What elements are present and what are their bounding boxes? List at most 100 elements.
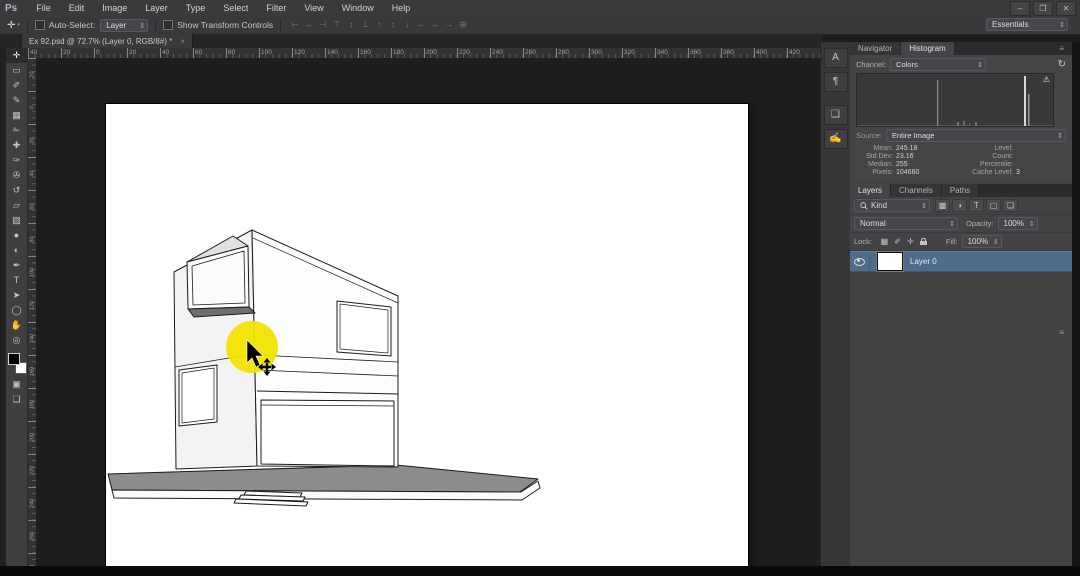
ruler-label: 160 [358, 48, 391, 56]
tab-channels[interactable]: Channels [891, 184, 942, 197]
type-tool[interactable]: T [6, 273, 28, 288]
auto-select-target-dropdown[interactable]: Layer [100, 19, 148, 32]
eyedropper-tool[interactable]: ✁ [6, 123, 28, 138]
source-dropdown[interactable]: Entire Image [886, 129, 1066, 142]
healing-brush-tool[interactable]: ✚ [6, 138, 28, 153]
screen-mode-button[interactable]: ❏ [6, 392, 28, 407]
close-button[interactable]: ✕ [1056, 1, 1076, 16]
menu-image[interactable]: Image [93, 0, 136, 16]
ruler-label: 340 [655, 48, 688, 56]
crop-tool[interactable]: ▦ [6, 108, 28, 123]
lasso-tool[interactable]: ✐ [6, 78, 28, 93]
blur-tool[interactable]: ● [6, 228, 28, 243]
auto-select-label: Auto-Select: [49, 20, 95, 30]
tool-preset-caret-icon[interactable]: ▾ [17, 22, 20, 28]
foreground-color-swatch[interactable] [8, 353, 20, 365]
character-styles-panel-icon[interactable]: ❏ [824, 105, 848, 125]
tab-paths[interactable]: Paths [942, 184, 979, 197]
align-horizontal-centers-icon[interactable]: ↔ [302, 17, 316, 33]
ruler-label: 40 [28, 48, 61, 56]
ruler-label: 140 [325, 48, 358, 56]
panel-menu-icon[interactable]: ≡ [1059, 326, 1064, 339]
menu-file[interactable]: File [27, 0, 60, 16]
cached-data-warning-icon[interactable]: ⚠ [1043, 75, 1050, 84]
paragraph-panel-icon[interactable]: ¶ [824, 72, 848, 92]
layer-visibility-toggle[interactable] [850, 252, 870, 271]
opacity-dropdown[interactable]: 100% [998, 217, 1038, 230]
menu-filter[interactable]: Filter [257, 0, 295, 16]
source-label: Source: [856, 131, 882, 140]
ruler-label: 320 [622, 48, 655, 56]
history-brush-tool[interactable]: ↺ [6, 183, 28, 198]
distribute-bottom-edges-icon[interactable]: ↓ [400, 17, 414, 33]
fill-dropdown[interactable]: 100% [962, 235, 1002, 248]
align-vertical-centers-icon[interactable]: ↕ [344, 17, 358, 33]
show-transform-checkbox[interactable] [163, 20, 173, 30]
tab-layers[interactable]: Layers [850, 184, 891, 197]
quick-mask-button[interactable]: ▣ [6, 377, 28, 392]
filter-adjustment-layers-icon[interactable]: ◑ [952, 199, 967, 212]
toolbar-extra-buttons: ▣❏ [6, 377, 28, 407]
align-right-edges-icon[interactable]: ⊣ [316, 17, 330, 33]
paragraph-styles-panel-icon[interactable]: ✍ [824, 129, 848, 149]
eraser-tool[interactable]: ▱ [6, 198, 28, 213]
quick-selection-tool[interactable]: ✎ [6, 93, 28, 108]
workspace-switcher[interactable]: Essentials [986, 18, 1068, 31]
distribute-left-edges-icon[interactable]: ← [414, 17, 428, 33]
tab-close-icon[interactable]: × [180, 37, 185, 46]
align-bottom-edges-icon[interactable]: ⊥ [358, 17, 372, 33]
filter-pixel-layers-icon[interactable]: ▩ [935, 199, 950, 212]
menu-select[interactable]: Select [214, 0, 257, 16]
menu-view[interactable]: View [295, 0, 332, 16]
menu-edit[interactable]: Edit [60, 0, 94, 16]
distribute-vertical-centers-icon[interactable]: ↕ [386, 17, 400, 33]
align-top-edges-icon[interactable]: ⊤ [330, 17, 344, 33]
filter-shape-layers-icon[interactable]: ▢ [986, 199, 1001, 212]
tab-navigator[interactable]: Navigator [850, 42, 901, 55]
distribute-top-edges-icon[interactable]: ↑ [372, 17, 386, 33]
channel-dropdown[interactable]: Colors [890, 58, 986, 71]
filter-smart-objects-icon[interactable]: ❏ [1003, 199, 1018, 212]
percentile-label: Percentile: [954, 161, 1016, 169]
lock-position-icon[interactable]: ✛ [904, 236, 917, 248]
restore-button[interactable]: ❐ [1033, 1, 1053, 16]
histogram-panel-tabs: NavigatorHistogram [850, 42, 1072, 55]
menu-type[interactable]: Type [177, 0, 215, 16]
minimize-button[interactable]: – [1010, 1, 1030, 16]
brush-tool[interactable]: ✑ [6, 153, 28, 168]
document-canvas[interactable] [106, 104, 748, 566]
zoom-tool[interactable]: ◎ [6, 333, 28, 348]
blend-mode-dropdown[interactable]: Normal [854, 217, 958, 230]
rectangular-marquee-tool[interactable]: ▭ [6, 63, 28, 78]
document-tab[interactable]: Ex 92.psd @ 72.7% (Layer 0, RGB/8#) * × [22, 34, 193, 48]
refresh-histogram-icon[interactable]: ↻ [1058, 59, 1066, 71]
layer-row[interactable]: Layer 0 [850, 251, 1072, 272]
filter-type-layers-icon[interactable]: T [969, 199, 984, 212]
shape-tool[interactable]: ◯ [6, 303, 28, 318]
color-swatches[interactable] [6, 350, 28, 377]
panel-menu-icon[interactable]: ≡ [1059, 42, 1064, 55]
layer-thumbnail[interactable] [877, 252, 903, 271]
dodge-tool[interactable]: ◐ [6, 243, 28, 258]
layer-filter-dropdown[interactable]: Kind [854, 199, 930, 212]
pen-tool[interactable]: ✒ [6, 258, 28, 273]
hand-tool[interactable]: ✋ [6, 318, 28, 333]
tab-histogram[interactable]: Histogram [901, 42, 954, 55]
auto-align-layers-icon[interactable]: ⊞ [456, 17, 470, 33]
align-left-edges-icon[interactable]: ⊢ [288, 17, 302, 33]
character-panel-icon[interactable]: A [824, 48, 848, 68]
layer-filter-label: Kind [871, 200, 887, 212]
lock-all-icon[interactable] [917, 236, 930, 248]
lock-transparent-pixels-icon[interactable]: ▦ [878, 236, 891, 248]
menu-layer[interactable]: Layer [136, 0, 177, 16]
menu-help[interactable]: Help [383, 0, 420, 16]
clone-stamp-tool[interactable]: ✇ [6, 168, 28, 183]
distribute-right-edges-icon[interactable]: → [442, 17, 456, 33]
path-selection-tool[interactable]: ➤ [6, 288, 28, 303]
lock-image-pixels-icon[interactable]: ✐ [891, 236, 904, 248]
move-tool[interactable]: ✛ [6, 48, 28, 63]
auto-select-checkbox[interactable] [35, 20, 45, 30]
gradient-tool[interactable]: ▨ [6, 213, 28, 228]
menu-window[interactable]: Window [333, 0, 383, 16]
distribute-horizontal-centers-icon[interactable]: ↔ [428, 17, 442, 33]
